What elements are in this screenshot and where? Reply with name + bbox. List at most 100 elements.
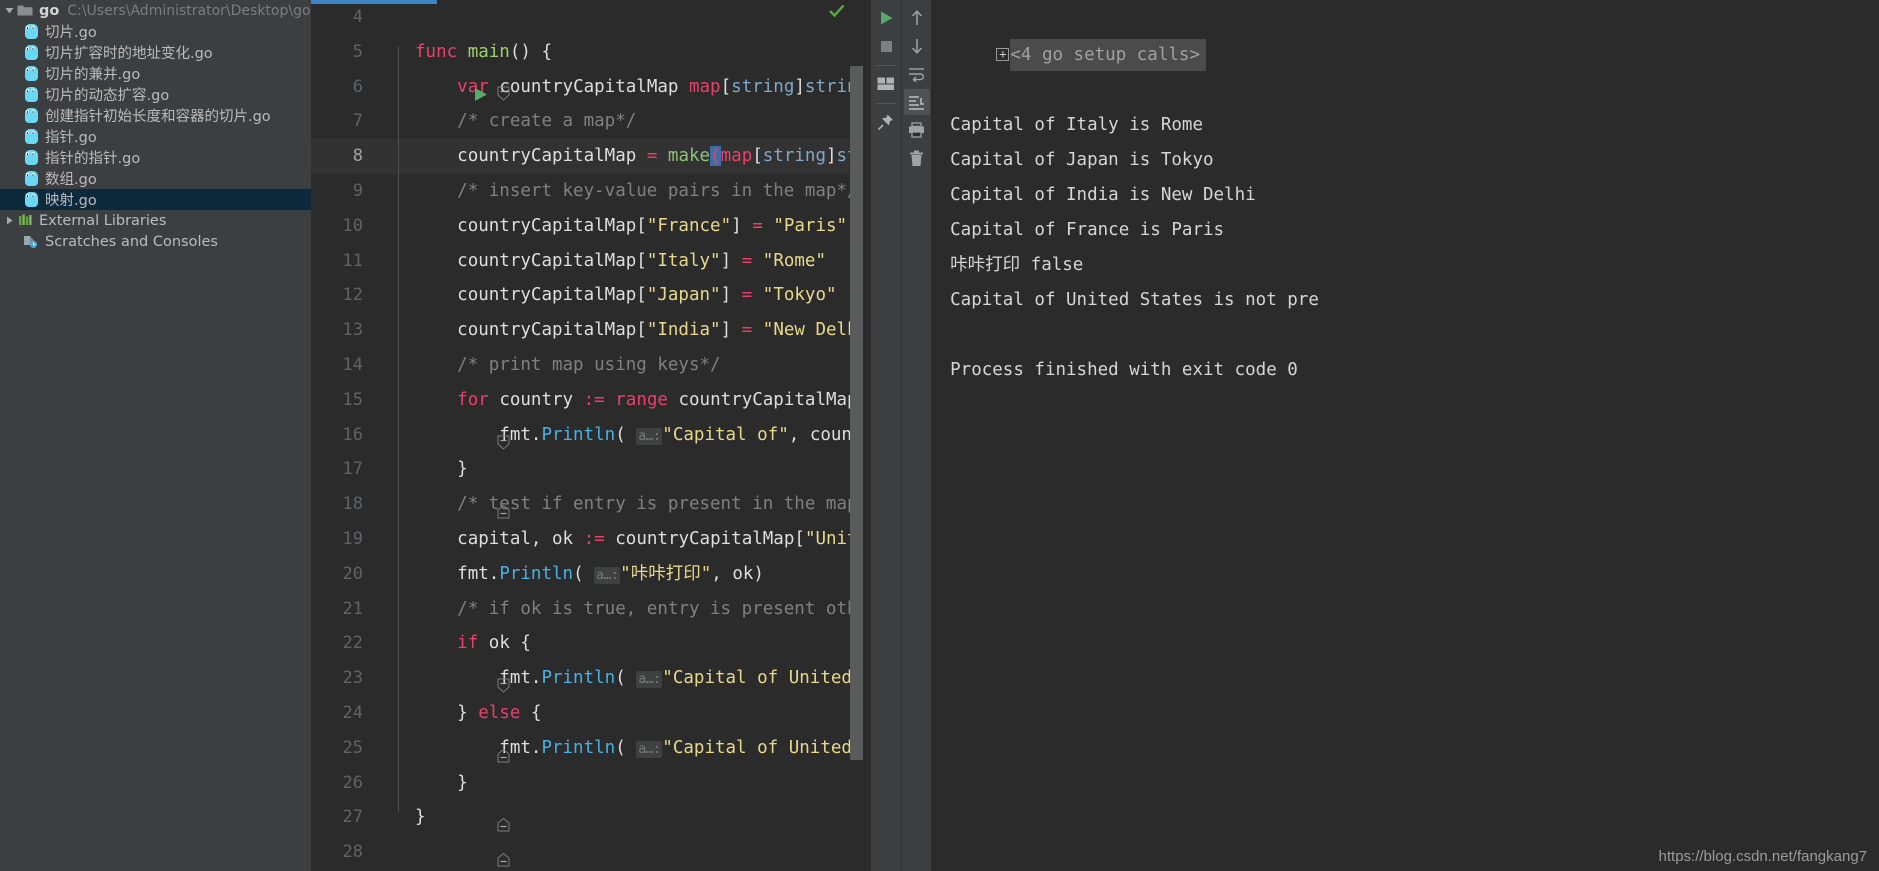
console-line: Capital of India is New Delhi	[950, 185, 1256, 205]
console-fold-header-label: <4 go setup calls>	[1010, 39, 1206, 71]
code-line-current[interactable]: 8 countryCapitalMap = make(map[string]st…	[311, 139, 872, 174]
go-file-icon	[22, 126, 40, 147]
folder-icon	[16, 0, 34, 21]
go-file-icon	[22, 63, 40, 84]
tree-node-file[interactable]: 切片扩容时的地址变化.go	[0, 42, 311, 63]
fold-collapse-icon[interactable]	[391, 636, 510, 693]
tree-node-file[interactable]: 指针的指针.go	[0, 147, 311, 168]
line-content: /* if ok is true, entry is present other…	[457, 598, 871, 619]
run-toolbar-primary	[871, 0, 902, 871]
line-number: 19	[342, 528, 363, 549]
line-content: countryCapitalMap["France"] = "Paris"	[457, 215, 848, 236]
run-console-output[interactable]: + <4 go setup calls> Capital of Italy is …	[931, 0, 1879, 871]
console-fold-header-row[interactable]: + <4 go setup calls>	[931, 3, 1879, 108]
arrow-down-icon[interactable]	[904, 33, 930, 59]
project-tree-panel: go C:\Users\Administrator\Desktop\go 切片.…	[0, 0, 311, 871]
code-line[interactable]: 13 countryCapitalMap["India"] = "New Del…	[311, 313, 872, 348]
tree-node-file[interactable]: 指针.go	[0, 126, 311, 147]
code-line[interactable]: 5 func main() {	[311, 35, 871, 101]
line-number: 16	[342, 424, 363, 445]
code-line[interactable]: 20 fmt.Println( a…: "咔咔打印", ok)	[311, 557, 871, 592]
line-number: 12	[342, 285, 363, 306]
tree-node-file[interactable]: 切片的动态扩容.go	[0, 84, 311, 105]
code-line[interactable]: 11 countryCapitalMap["Italy"] = "Rome"	[311, 244, 871, 279]
line-content: for country := range countryCapitalMap {	[457, 389, 871, 410]
file-label: 数组.go	[45, 172, 97, 188]
project-root-label: go	[39, 2, 60, 19]
code-line[interactable]: 10 countryCapitalMap["France"] = "Paris"	[311, 209, 871, 244]
code-line[interactable]: 21 /* if ok is true, entry is present ot…	[311, 592, 872, 627]
editor-right-margin	[863, 0, 872, 871]
code-line[interactable]: 22 if ok {	[311, 626, 871, 693]
tree-node-file[interactable]: 创建指针初始长度和容器的切片.go	[0, 105, 311, 126]
line-number: 14	[342, 354, 363, 375]
editor-panel: 4 5 func main() { 6 var countryCapitalMa…	[311, 0, 872, 871]
pin-icon[interactable]	[873, 109, 899, 135]
code-line[interactable]: 12 countryCapitalMap["Japan"] = "Tokyo"	[311, 278, 871, 313]
code-line[interactable]: 9 /* insert key-value pairs in the map*/	[311, 174, 871, 209]
line-number: 8	[352, 146, 363, 167]
fold-end-icon[interactable]	[391, 707, 510, 763]
fold-collapse-icon[interactable]	[391, 44, 510, 101]
libraries-icon	[16, 210, 34, 231]
code-editor[interactable]: 4 5 func main() { 6 var countryCapitalMa…	[311, 0, 872, 871]
tree-node-external-libraries[interactable]: External Libraries	[0, 210, 311, 231]
ide-window: go C:\Users\Administrator\Desktop\go 切片.…	[0, 0, 1879, 871]
file-label: 切片.go	[45, 25, 97, 41]
fold-end-icon[interactable]	[391, 811, 510, 867]
tree-node-project-root[interactable]: go C:\Users\Administrator\Desktop\go	[0, 0, 311, 21]
scroll-to-end-icon[interactable]	[903, 89, 930, 115]
parameter-hint-badge: a…:	[594, 566, 621, 584]
go-file-icon	[22, 105, 40, 126]
chevron-right-icon[interactable]	[2, 210, 16, 231]
editor-scrollbar-thumb[interactable]	[850, 66, 864, 760]
file-label: 映射.go	[45, 193, 97, 209]
tree-node-file[interactable]: 切片的兼并.go	[0, 63, 311, 84]
line-content: countryCapitalMap["Italy"] = "Rome"	[457, 250, 826, 271]
watermark-url: https://blog.csdn.net/fangkang7	[1658, 848, 1868, 865]
file-label: 指针的指针.go	[45, 151, 141, 167]
line-content: capital, ok := countryCapitalMap["United…	[457, 528, 871, 549]
print-icon[interactable]	[904, 117, 930, 143]
line-number: 6	[352, 76, 363, 97]
line-number: 17	[342, 459, 363, 480]
parameter-hint-badge: a…:	[636, 671, 663, 689]
code-line[interactable]: 4	[311, 0, 871, 35]
green-check-icon[interactable]	[829, 3, 845, 22]
tree-node-file[interactable]: 切片.go	[0, 21, 311, 42]
line-number: 21	[342, 598, 363, 619]
expand-plus-icon[interactable]: +	[996, 48, 1010, 61]
line-number: 24	[342, 702, 363, 723]
tree-node-file[interactable]: 数组.go	[0, 168, 311, 189]
line-number: 10	[342, 215, 363, 236]
line-number: 11	[342, 250, 363, 271]
line-content: countryCapitalMap["India"] = "New Delhi"	[457, 320, 872, 341]
layout-button[interactable]	[873, 71, 899, 97]
fold-end-icon[interactable]	[391, 463, 510, 519]
arrow-up-icon[interactable]	[904, 5, 930, 31]
line-number: 28	[342, 842, 363, 863]
fold-end-icon[interactable]	[391, 777, 510, 832]
line-number: 22	[342, 633, 363, 654]
rerun-button[interactable]	[873, 5, 899, 31]
line-content: countryCapitalMap = make(map[string]stri…	[415, 139, 871, 174]
code-line[interactable]: 14 /* print map using keys*/	[311, 348, 871, 383]
file-label: 切片的兼并.go	[45, 67, 141, 83]
file-label: 创建指针初始长度和容器的切片.go	[45, 109, 271, 125]
soft-wrap-icon[interactable]	[904, 61, 930, 87]
go-file-icon	[22, 42, 40, 63]
stop-button[interactable]	[873, 33, 899, 59]
console-line: Capital of Japan is Tokyo	[950, 150, 1214, 170]
tree-node-scratches[interactable]: Scratches and Consoles	[0, 231, 311, 252]
chevron-down-icon[interactable]	[2, 0, 16, 21]
go-file-icon	[22, 189, 40, 210]
trash-icon[interactable]	[904, 145, 930, 171]
line-content: if ok {	[457, 633, 531, 654]
editor-scrollbar[interactable]	[850, 0, 864, 871]
fold-collapse-icon[interactable]	[391, 393, 510, 450]
tree-node-file-selected[interactable]: 映射.go	[0, 189, 311, 210]
code-line[interactable]: 15 for country := range countryCapitalMa…	[311, 383, 871, 450]
go-file-icon	[22, 84, 40, 105]
run-gutter-icon[interactable]	[369, 45, 488, 101]
